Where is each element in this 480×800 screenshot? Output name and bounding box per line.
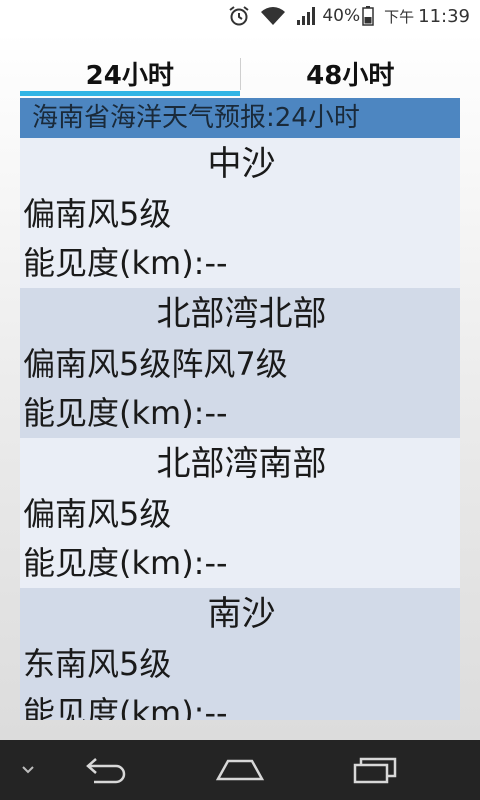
region-name: 北部湾北部 <box>156 294 327 334</box>
back-icon[interactable] <box>75 740 137 800</box>
list-item: 北部湾北部 偏南风5级阵风7级 能见度(km):-- <box>20 288 460 438</box>
battery-icon <box>362 6 374 26</box>
home-icon[interactable] <box>207 740 273 800</box>
region-wind: 偏南风5级 <box>23 495 172 533</box>
battery-percent: 40% <box>322 6 361 26</box>
region-name: 南沙 <box>207 594 276 634</box>
region-wind: 东南风5级 <box>23 645 172 683</box>
navigation-bar <box>0 740 480 800</box>
list-item: 北部湾南部 偏南风5级 能见度(km):-- <box>20 438 460 588</box>
region-name: 中沙 <box>207 144 276 184</box>
region-wind: 偏南风5级阵风7级 <box>23 345 288 383</box>
region-visibility: 能见度(km):-- <box>23 394 228 432</box>
status-time: 11:39 <box>418 5 470 27</box>
region-visibility: 能见度(km):-- <box>23 694 228 720</box>
tab-bar: 24小时 48小时 <box>20 50 460 96</box>
forecast-header: 海南省海洋天气预报:24小时 <box>20 98 460 138</box>
region-visibility: 能见度(km):-- <box>23 244 228 282</box>
list-item: 中沙 偏南风5级 能见度(km):-- <box>20 138 460 288</box>
tab-24h[interactable]: 24小时 <box>20 50 240 96</box>
region-wind: 偏南风5级 <box>23 195 172 233</box>
region-name: 北部湾南部 <box>156 444 327 484</box>
list-item: 南沙 东南风5级 能见度(km):-- <box>20 588 460 720</box>
forecast-list[interactable]: 海南省海洋天气预报:24小时 中沙 偏南风5级 能见度(km):-- 北部湾北部… <box>20 98 460 720</box>
wifi-icon <box>260 6 286 26</box>
signal-icon <box>296 6 318 26</box>
chevron-down-icon[interactable] <box>10 740 46 800</box>
alarm-icon <box>228 5 250 27</box>
status-ampm: 下午 <box>384 7 415 26</box>
recent-apps-icon[interactable] <box>344 740 406 800</box>
tab-48h[interactable]: 48小时 <box>241 50 461 96</box>
status-bar: 40% 下午 11:39 <box>0 0 480 32</box>
region-visibility: 能见度(km):-- <box>23 544 228 582</box>
